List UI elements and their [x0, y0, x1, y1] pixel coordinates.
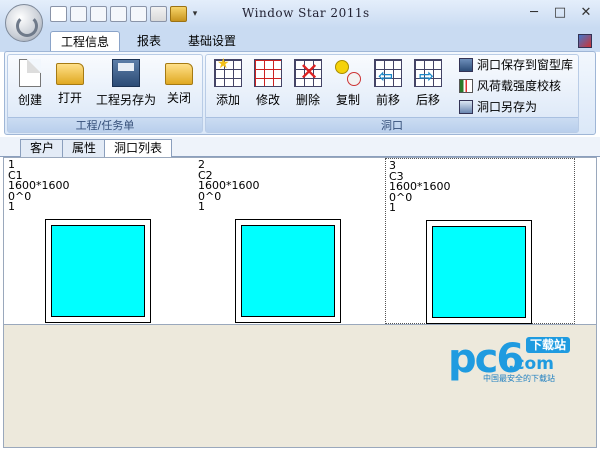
- tab-properties[interactable]: 属性: [62, 139, 107, 157]
- project-icon[interactable]: [70, 6, 87, 22]
- edit-opening-button[interactable]: 修改: [248, 59, 288, 108]
- add-icon: [214, 56, 242, 87]
- opening-save-as-icon: [459, 100, 473, 114]
- tab-customer[interactable]: 客户: [20, 139, 65, 157]
- opening-size: 1600*1600: [8, 179, 70, 193]
- opening-quantity: 1: [8, 200, 15, 214]
- close-button[interactable]: ✕: [578, 4, 594, 22]
- edit-icon: [254, 59, 282, 87]
- window-glass: [432, 226, 526, 318]
- wind-load-check-button[interactable]: 风荷载强度校核: [459, 77, 561, 95]
- save-as-icon: [112, 59, 140, 87]
- qat-dropdown-icon[interactable]: ▾: [190, 6, 200, 22]
- new-file-icon[interactable]: [50, 6, 67, 22]
- window-preview: [426, 220, 532, 324]
- opening-angle: 0^0: [389, 190, 413, 204]
- calculator-icon[interactable]: [110, 6, 127, 22]
- tools-icon[interactable]: [150, 6, 167, 22]
- move-back-icon: [414, 59, 442, 87]
- tab-opening-list[interactable]: 洞口列表: [104, 139, 173, 158]
- restore-button[interactable]: □: [552, 4, 568, 22]
- save-to-library-icon: [459, 58, 473, 72]
- key-icon[interactable]: [170, 6, 187, 22]
- wind-load-icon: [459, 79, 473, 93]
- ribbon-tab-strip: 工程信息 报表 基础设置: [0, 28, 600, 52]
- save-opening-to-library-button[interactable]: 洞口保存到窗型库: [459, 56, 573, 74]
- move-back-button[interactable]: 后移: [408, 59, 448, 108]
- copy-opening-button[interactable]: 复制: [328, 59, 368, 108]
- opening-index: 1: [8, 158, 15, 171]
- opening-list: 1 C1 1600*1600 0^0 1 2 C2 1600*1600 0^0 …: [3, 157, 597, 325]
- print-icon[interactable]: [130, 6, 147, 22]
- opening-index: 2: [198, 158, 205, 171]
- logo-badge: 下载站: [526, 337, 571, 353]
- open-folder-icon: [56, 63, 84, 85]
- watermark-logo: pc6 .com 下载站 中国最安全的下载站: [448, 337, 578, 385]
- move-forward-button[interactable]: 前移: [368, 59, 408, 108]
- logo-domain: .com: [508, 354, 554, 374]
- ribbon: 创建 打开 工程另存为 关闭 工程/任务单 添加 修改 删除: [4, 51, 596, 135]
- logo-slogan: 中国最安全的下载站: [483, 374, 555, 383]
- title-bar: ▾ Window Star 2011s ─ □ ✕: [0, 0, 600, 28]
- new-document-icon: [19, 59, 41, 87]
- opening-size: 1600*1600: [198, 179, 260, 193]
- opening-index: 3: [389, 159, 396, 172]
- opening-save-as-button[interactable]: 洞口另存为: [459, 98, 537, 116]
- project-task-group: 创建 打开 工程另存为 关闭 工程/任务单: [7, 54, 203, 133]
- window-glass: [51, 225, 145, 317]
- create-button[interactable]: 创建: [10, 59, 50, 108]
- group-label-opening: 洞口: [206, 117, 578, 132]
- copy-icon: [334, 59, 362, 87]
- report-icon[interactable]: [90, 6, 107, 22]
- minimize-button[interactable]: ─: [526, 4, 542, 22]
- group-label-project: 工程/任务单: [8, 117, 202, 132]
- window-title: Window Star 2011s: [242, 6, 370, 20]
- tab-reports[interactable]: 报表: [127, 31, 171, 52]
- window-preview: [45, 219, 151, 323]
- quick-access-toolbar: ▾: [50, 6, 200, 22]
- tab-basic-settings[interactable]: 基础设置: [178, 31, 246, 52]
- tab-project-info[interactable]: 工程信息: [50, 31, 121, 52]
- delete-icon: [294, 58, 322, 87]
- opening-quantity: 1: [198, 200, 205, 214]
- opening-angle: 0^0: [198, 189, 222, 203]
- opening-size: 1600*1600: [389, 180, 451, 194]
- help-icon[interactable]: [578, 34, 592, 48]
- opening-card-2[interactable]: 2 C2 1600*1600 0^0 1: [195, 158, 385, 324]
- project-save-as-button[interactable]: 工程另存为: [94, 59, 158, 108]
- window-glass: [241, 225, 335, 317]
- application-menu-button[interactable]: [5, 4, 43, 42]
- move-forward-icon: [374, 59, 402, 87]
- document-tabs: 客户 属性 洞口列表: [0, 137, 600, 158]
- open-button[interactable]: 打开: [50, 59, 90, 106]
- window-preview: [235, 219, 341, 323]
- delete-opening-button[interactable]: 删除: [288, 58, 328, 108]
- opening-card-1[interactable]: 1 C1 1600*1600 0^0 1: [5, 158, 195, 324]
- add-opening-button[interactable]: 添加: [208, 56, 248, 108]
- opening-card-3[interactable]: 3 C3 1600*1600 0^0 1: [385, 158, 575, 324]
- close-project-button[interactable]: 关闭: [159, 59, 199, 106]
- opening-angle: 0^0: [8, 189, 32, 203]
- close-folder-icon: [165, 63, 193, 85]
- opening-quantity: 1: [389, 201, 396, 215]
